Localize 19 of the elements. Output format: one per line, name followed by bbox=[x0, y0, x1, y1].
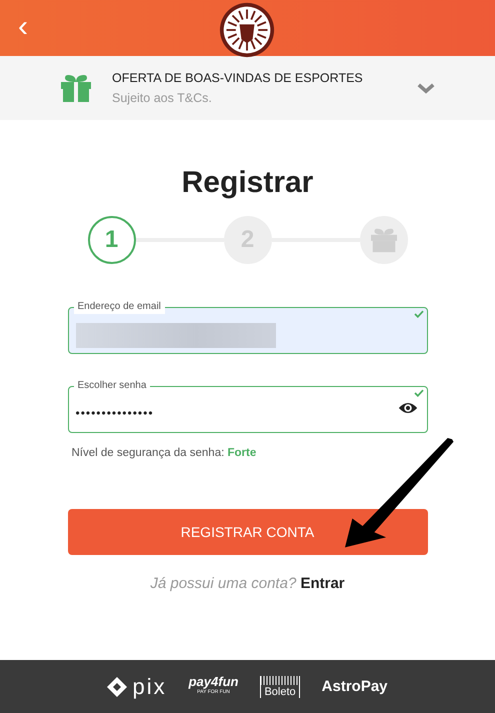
field-label: Endereço de email bbox=[74, 300, 165, 314]
input-field[interactable]: Escolher senha ••••••••••••••• bbox=[68, 379, 428, 433]
payment-logo: pix bbox=[132, 674, 167, 700]
eye-icon[interactable] bbox=[398, 401, 418, 415]
gift-icon bbox=[60, 73, 92, 103]
gift-icon bbox=[370, 227, 398, 253]
diamond-icon bbox=[107, 676, 128, 696]
login-prompt: Já possui uma conta? bbox=[150, 575, 296, 592]
promo-text: OFERTA DE BOAS-VINDAS DE ESPORTES Sujeito aos T&Cs. bbox=[112, 70, 364, 107]
step-indicator: 1 bbox=[88, 216, 136, 264]
input-field[interactable]: Endereço de email bbox=[68, 300, 428, 354]
payment-logo: Boleto bbox=[260, 676, 300, 698]
chevron-icon[interactable] bbox=[417, 82, 435, 94]
page-title: Registrar bbox=[182, 166, 314, 200]
password-value: ••••••••••••••• bbox=[76, 406, 154, 420]
payment-logo: AstroPay bbox=[322, 678, 388, 695]
password-strength: Nível de segurança da senha: Forte bbox=[72, 447, 258, 459]
arrow-icon bbox=[345, 438, 455, 548]
login-link[interactable]: Entrar bbox=[300, 575, 345, 592]
